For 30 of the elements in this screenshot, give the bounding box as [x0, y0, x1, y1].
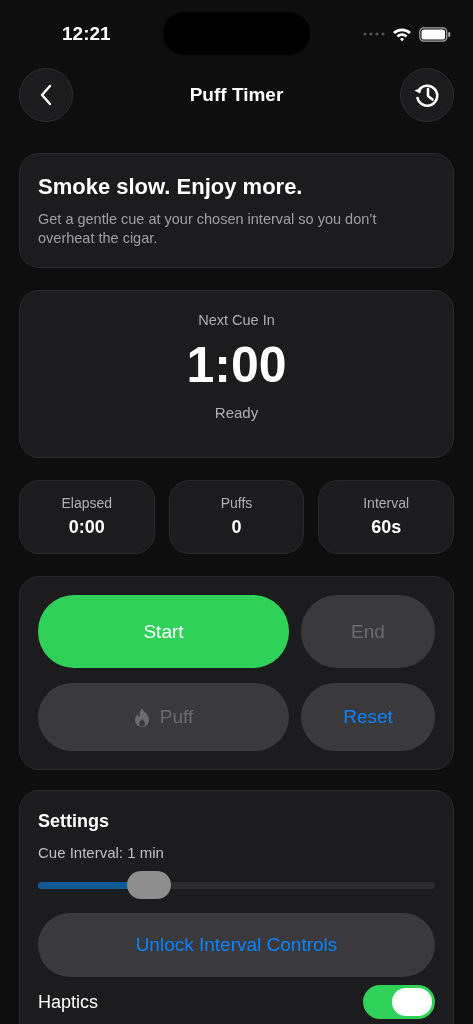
history-button[interactable]: [400, 68, 454, 122]
stat-value: 0:00: [68, 517, 105, 538]
countdown-status: Ready: [214, 404, 259, 421]
stat-value: 60s: [371, 517, 402, 538]
toggle-switch[interactable]: [363, 985, 435, 1019]
settings-title: Settings: [38, 811, 110, 832]
reset-button[interactable]: Reset: [301, 683, 435, 751]
start-button[interactable]: Start: [38, 595, 289, 668]
stat-label: Puffs: [220, 495, 253, 511]
countdown-value: 1:00: [186, 336, 287, 394]
stat-label: Elapsed: [61, 495, 113, 511]
countdown-label: Next Cue In: [198, 312, 275, 328]
unlock-button[interactable]: Unlock Interval Controls: [38, 913, 435, 977]
intro-heading: Smoke slow. Enjoy more.: [38, 174, 304, 200]
status-time: 12:21: [62, 23, 111, 45]
back-icon: [39, 84, 53, 106]
stat-label: Interval: [363, 495, 410, 511]
intro-text: Get a gentle cue at your chosen interval so you don’t overheat the cigar.: [38, 210, 378, 248]
stat-value: 0: [231, 517, 242, 538]
toggle-label: Haptics: [38, 991, 99, 1013]
wifi-icon: [392, 26, 412, 42]
cellular-signal-icon: [363, 32, 385, 36]
slider-thumb[interactable]: [127, 870, 172, 899]
interval-slider[interactable]: [38, 871, 435, 899]
flame-icon: [133, 707, 150, 727]
back-button[interactable]: [19, 68, 73, 122]
screen-title: Puff Timer: [189, 84, 284, 106]
history-icon: [413, 81, 441, 109]
battery-icon: [419, 26, 451, 42]
interval-label: Cue Interval: 1 min: [38, 844, 165, 861]
